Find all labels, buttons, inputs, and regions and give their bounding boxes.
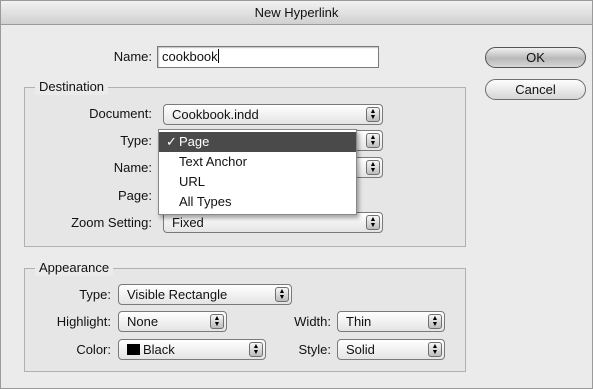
style-select[interactable]: Solid ▲ ▼ (337, 339, 445, 360)
appearance-type-label: Type: (79, 287, 111, 302)
appearance-type-value: Visible Rectangle (127, 287, 228, 302)
width-value: Thin (346, 314, 372, 329)
text-cursor (217, 49, 219, 63)
select-arrows-icon: ▲ ▼ (366, 215, 380, 230)
select-arrows-icon: ▲ ▼ (275, 287, 289, 302)
color-select[interactable]: Black ▲ ▼ (118, 339, 266, 360)
name-field[interactable]: cookbook (157, 46, 379, 68)
name-field-value: cookbook (162, 49, 218, 64)
highlight-value: None (127, 314, 159, 329)
menu-item-label: URL (179, 174, 206, 189)
color-value: Black (143, 342, 175, 357)
document-label: Document: (89, 106, 152, 121)
select-arrows-icon: ▲ ▼ (366, 107, 380, 122)
document-select[interactable]: Cookbook.indd ▲ ▼ (163, 104, 383, 125)
destination-name-label: Name: (113, 160, 152, 175)
select-arrows-icon: ▲ ▼ (249, 342, 263, 357)
style-label: Style: (298, 342, 331, 357)
type-label: Type: (120, 133, 152, 148)
menu-item-page[interactable]: ✓ Page (159, 132, 356, 152)
appearance-type-select[interactable]: Visible Rectangle ▲ ▼ (118, 284, 292, 305)
zoom-setting-select[interactable]: Fixed ▲ ▼ (163, 212, 383, 233)
select-arrows-icon: ▲ ▼ (428, 342, 442, 357)
document-select-value: Cookbook.indd (172, 107, 259, 122)
ok-button[interactable]: OK (485, 47, 586, 68)
highlight-label: Highlight: (56, 314, 111, 329)
highlight-select[interactable]: None ▲ ▼ (118, 311, 227, 332)
menu-item-label: Page (179, 134, 210, 149)
menu-item-all-types[interactable]: All Types (159, 192, 356, 212)
menu-item-url[interactable]: URL (159, 172, 356, 192)
appearance-group-title: Appearance (35, 260, 114, 276)
destination-group-title: Destination (35, 79, 109, 95)
select-arrows-icon: ▲ ▼ (428, 314, 442, 329)
width-label: Width: (294, 314, 331, 329)
select-arrows-icon: ▲ ▼ (366, 160, 380, 175)
type-popup-menu: ✓ Page Text Anchor URL All Types (158, 129, 357, 215)
menu-item-label: All Types (179, 194, 232, 209)
width-select[interactable]: Thin ▲ ▼ (337, 311, 445, 332)
menu-item-label: Text Anchor (179, 154, 247, 169)
zoom-setting-label: Zoom Setting: (71, 215, 152, 230)
style-value: Solid (346, 342, 375, 357)
select-arrows-icon: ▲ ▼ (210, 314, 224, 329)
checkmark-icon: ✓ (166, 134, 177, 149)
color-swatch (127, 344, 140, 355)
color-label: Color: (76, 342, 111, 357)
name-label: Name: (113, 49, 152, 64)
menu-item-text-anchor[interactable]: Text Anchor (159, 152, 356, 172)
dialog-title: New Hyperlink (1, 1, 592, 25)
cancel-button[interactable]: Cancel (485, 79, 586, 100)
page-label: Page: (118, 188, 152, 203)
select-arrows-icon: ▲ ▼ (366, 133, 380, 148)
new-hyperlink-dialog: New Hyperlink Name: cookbook OK Cancel D… (0, 0, 593, 389)
zoom-setting-value: Fixed (172, 215, 204, 230)
